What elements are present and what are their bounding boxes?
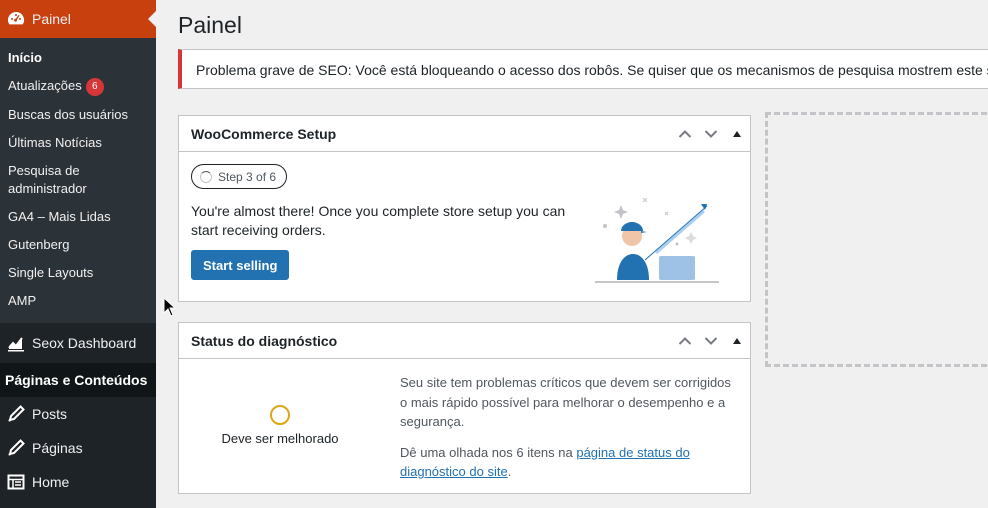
submenu-buscas[interactable]: Buscas dos usuários (0, 101, 156, 129)
admin-sidebar: Painel Início Atualizações 6 Buscas dos u… (0, 0, 156, 508)
person-with-laptop-illustration (595, 197, 719, 283)
submenu-label: Gutenberg (8, 237, 70, 252)
start-selling-button[interactable]: Start selling (191, 250, 290, 280)
menu-seox-label: Seox Dashboard (32, 335, 137, 351)
health-text-suffix: . (507, 464, 512, 479)
setup-description: You're almost there! Once you complete s… (191, 203, 566, 238)
section-header: Páginas e Conteúdos (0, 363, 156, 397)
menu-home-label: Home (32, 474, 70, 490)
main-content: Painel Problema grave de SEO: Você está … (156, 0, 988, 508)
menu-dashboard[interactable]: Painel (0, 0, 156, 38)
move-down-button[interactable] (698, 116, 724, 152)
submenu-label: Início (8, 50, 42, 65)
health-status-circle-icon (270, 405, 290, 425)
handle-actions (672, 116, 750, 152)
health-text-prefix: Dê uma olhada nos 6 itens na (400, 444, 577, 460)
move-up-button[interactable] (672, 116, 698, 152)
move-down-button[interactable] (698, 323, 724, 359)
pin-icon (6, 404, 26, 424)
toggle-panel-button[interactable] (724, 323, 750, 359)
widget-title: Status do diagnóstico (191, 332, 338, 349)
submenu-label: Atualizações (8, 78, 82, 93)
submenu-label: AMP (8, 293, 37, 308)
submenu-label: Buscas dos usuários (8, 107, 128, 122)
health-text-1: Seu site tem problemas críticos que deve… (400, 375, 731, 429)
pin-icon (6, 438, 26, 458)
seo-error-notice: Problema grave de SEO: Você está bloquea… (178, 49, 988, 89)
widget-title: WooCommerce Setup (191, 125, 337, 142)
submenu-amp[interactable]: AMP (0, 287, 156, 315)
health-status-label: Deve ser melhorado (221, 431, 339, 446)
caret-up-icon (733, 337, 741, 344)
widget-header[interactable]: Status do diagnóstico (179, 323, 750, 359)
submenu-pesquisa-admin[interactable]: Pesquisa de administrador (0, 157, 156, 203)
current-menu-arrow (148, 11, 156, 27)
menu-dashboard-label: Painel (32, 11, 71, 27)
move-up-button[interactable] (672, 323, 698, 359)
health-description: Seu site tem problemas críticos que deve… (400, 373, 740, 482)
submenu-inicio[interactable]: Início (0, 44, 156, 72)
toggle-panel-button[interactable] (724, 116, 750, 152)
chevron-up-icon (678, 336, 692, 345)
step-text: Step 3 of 6 (218, 169, 277, 184)
progress-spinner-icon (200, 170, 212, 183)
submenu-ultimas-noticias[interactable]: Últimas Notícias (0, 129, 156, 157)
submenu-label: Single Layouts (8, 265, 94, 280)
caret-up-icon (733, 130, 741, 137)
chevron-down-icon (704, 336, 718, 345)
handle-actions (672, 323, 750, 359)
menu-posts[interactable]: Posts (0, 397, 156, 431)
submenu-ga4[interactable]: GA4 – Mais Lidas (0, 203, 156, 231)
page-title: Painel (178, 12, 242, 38)
update-count-badge: 6 (85, 78, 104, 96)
site-health-widget: Status do diagnóstico Deve ser melhorado… (178, 322, 751, 494)
menu-seox-dashboard[interactable]: Seox Dashboard (0, 323, 156, 363)
chart-icon (6, 333, 26, 353)
step-indicator: Step 3 of 6 (191, 164, 288, 189)
menu-paginas-label: Páginas (32, 440, 83, 456)
menu-posts-label: Posts (32, 406, 68, 422)
health-text-2: Dê uma olhada nos 6 itens na página de s… (400, 443, 740, 482)
submenu-single-layouts[interactable]: Single Layouts (0, 259, 156, 287)
widget-header[interactable]: WooCommerce Setup (179, 116, 750, 152)
submenu-label: GA4 – Mais Lidas (8, 209, 111, 224)
submenu-label: Pesquisa de administrador (8, 163, 87, 196)
submenu-gutenberg[interactable]: Gutenberg (0, 231, 156, 259)
chevron-up-icon (678, 129, 692, 138)
woocommerce-setup-widget: WooCommerce Setup Step 3 of 6 You're alm… (178, 115, 751, 302)
menu-paginas[interactable]: Páginas (0, 431, 156, 465)
layout-icon (6, 472, 26, 492)
submenu-label: Últimas Notícias (8, 135, 102, 150)
dashboard-icon (6, 9, 26, 29)
notice-text: Problema grave de SEO: Você está bloquea… (196, 62, 988, 78)
dashboard-submenu: Início Atualizações 6 Buscas dos usuários… (0, 38, 156, 323)
chevron-down-icon (704, 129, 718, 138)
empty-widget-dropzone (765, 112, 988, 367)
mouse-cursor-icon (163, 297, 175, 317)
menu-home[interactable]: Home (0, 465, 156, 499)
submenu-atualizacoes[interactable]: Atualizações 6 (0, 72, 156, 101)
